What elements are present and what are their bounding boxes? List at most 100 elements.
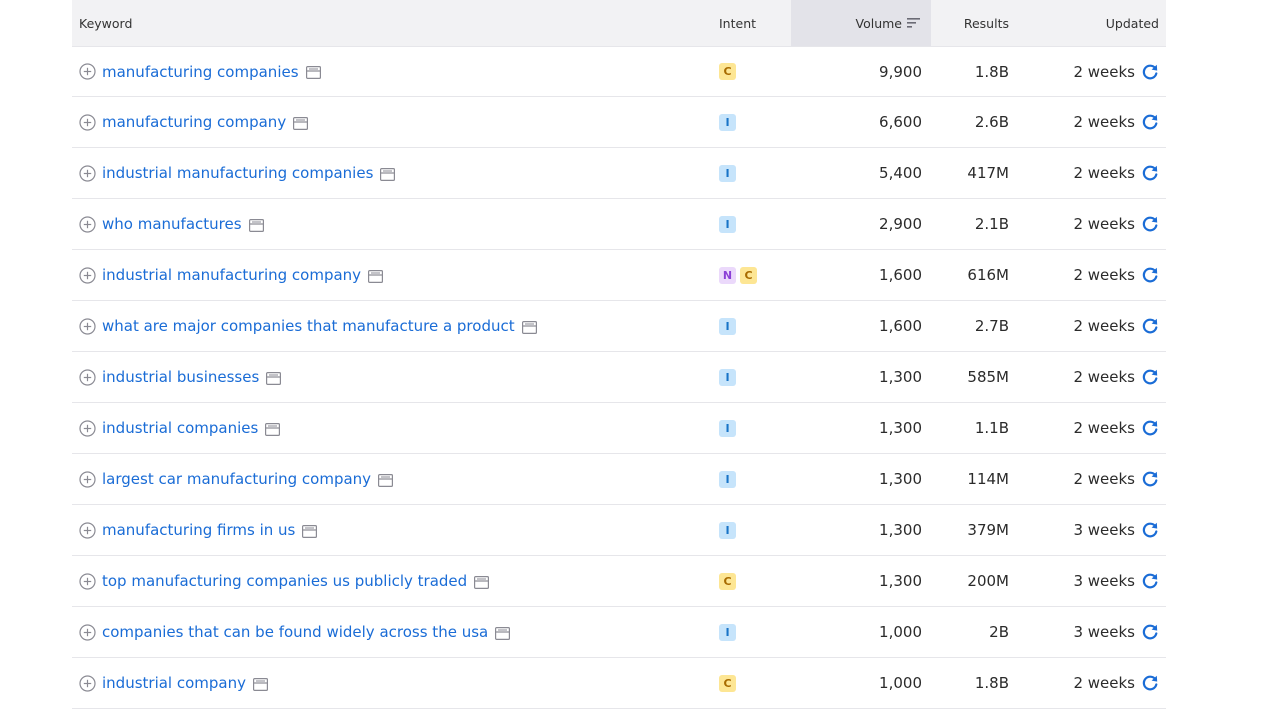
intent-badge: I xyxy=(719,521,736,539)
plus-circle-icon[interactable] xyxy=(79,419,96,437)
serp-features-icon[interactable] xyxy=(265,422,281,436)
serp-features-icon[interactable] xyxy=(248,218,264,232)
serp-features-icon[interactable] xyxy=(266,371,282,385)
keyword-link[interactable]: manufacturing firms in us xyxy=(102,521,295,539)
refresh-icon[interactable] xyxy=(1141,164,1159,182)
refresh-icon[interactable] xyxy=(1141,368,1159,386)
updated-cell: 2 weeks xyxy=(1009,63,1166,81)
keyword-link[interactable]: industrial businesses xyxy=(102,368,259,386)
plus-circle-icon[interactable] xyxy=(79,63,96,80)
column-header-keyword[interactable]: Keyword xyxy=(72,0,719,46)
updated-label: 2 weeks xyxy=(1073,62,1135,81)
updated-cell: 2 weeks xyxy=(1009,266,1166,284)
serp-features-icon[interactable] xyxy=(293,116,309,130)
volume-cell: 1,300 xyxy=(879,470,922,488)
updated-cell: 2 weeks xyxy=(1009,419,1166,437)
volume-cell: 5,400 xyxy=(879,164,922,182)
intent-cell: I xyxy=(719,215,791,233)
refresh-icon[interactable] xyxy=(1141,63,1159,81)
refresh-icon[interactable] xyxy=(1141,266,1159,284)
updated-label: 2 weeks xyxy=(1073,215,1135,233)
serp-features-icon[interactable] xyxy=(368,269,384,283)
updated-cell: 2 weeks xyxy=(1009,674,1166,692)
updated-label: 2 weeks xyxy=(1073,470,1135,488)
refresh-icon[interactable] xyxy=(1141,572,1159,590)
serp-features-icon[interactable] xyxy=(302,524,318,538)
volume-cell: 1,000 xyxy=(879,674,922,692)
intent-badge: N xyxy=(719,266,736,284)
results-cell: 379M xyxy=(967,521,1009,539)
keywords-table: Keyword Intent Volume Results Updated ma… xyxy=(72,0,1166,709)
serp-features-icon[interactable] xyxy=(474,575,490,589)
keyword-link[interactable]: industrial companies xyxy=(102,419,258,437)
plus-circle-icon[interactable] xyxy=(79,470,96,488)
plus-circle-icon[interactable] xyxy=(79,572,96,590)
updated-cell: 2 weeks xyxy=(1009,317,1166,335)
keyword-link[interactable]: industrial manufacturing company xyxy=(102,266,361,284)
serp-features-icon[interactable] xyxy=(495,626,511,640)
refresh-icon[interactable] xyxy=(1141,521,1159,539)
intent-cell: I xyxy=(719,113,791,131)
updated-cell: 2 weeks xyxy=(1009,164,1166,182)
volume-cell: 1,000 xyxy=(879,623,922,641)
plus-circle-icon[interactable] xyxy=(79,674,96,692)
refresh-icon[interactable] xyxy=(1141,113,1159,131)
intent-badge: I xyxy=(719,164,736,182)
column-header-volume-label: Volume xyxy=(855,15,903,31)
refresh-icon[interactable] xyxy=(1141,215,1159,233)
updated-cell: 3 weeks xyxy=(1009,572,1166,590)
results-cell: 114M xyxy=(967,470,1009,488)
plus-circle-icon[interactable] xyxy=(79,164,96,182)
column-header-results[interactable]: Results xyxy=(931,0,1009,46)
volume-cell: 1,300 xyxy=(879,521,922,539)
volume-cell: 1,300 xyxy=(879,368,922,386)
refresh-icon[interactable] xyxy=(1141,623,1159,641)
column-header-updated-label: Updated xyxy=(1105,15,1159,31)
sort-descending-icon[interactable] xyxy=(907,18,920,28)
intent-cell: C xyxy=(719,674,791,692)
table-row: industrial manufacturing companies I 5,400… xyxy=(72,148,1166,199)
column-header-intent-label: Intent xyxy=(719,15,757,31)
keyword-link[interactable]: who manufactures xyxy=(102,215,242,233)
serp-features-icon[interactable] xyxy=(253,677,269,691)
table-row: who manufactures I 2,900 2.1B 2 weeks xyxy=(72,199,1166,250)
plus-circle-icon[interactable] xyxy=(79,113,96,131)
keyword-cell: who manufactures xyxy=(72,215,719,233)
keyword-link[interactable]: manufacturing companies xyxy=(102,63,299,81)
volume-cell: 2,900 xyxy=(879,215,922,233)
plus-circle-icon[interactable] xyxy=(79,317,96,335)
intent-badge: I xyxy=(719,419,736,437)
serp-features-icon[interactable] xyxy=(521,320,537,334)
keyword-link[interactable]: industrial company xyxy=(102,674,246,692)
table-body: manufacturing companies C 9,900 1.8B 2 weeks… xyxy=(72,46,1166,709)
volume-cell: 1,600 xyxy=(879,266,922,284)
intent-badge: I xyxy=(719,317,736,335)
refresh-icon[interactable] xyxy=(1141,317,1159,335)
keyword-link[interactable]: largest car manufacturing company xyxy=(102,470,371,488)
plus-circle-icon[interactable] xyxy=(79,368,96,386)
intent-badge: I xyxy=(719,215,736,233)
keyword-link[interactable]: manufacturing company xyxy=(102,113,286,131)
volume-cell: 1,600 xyxy=(879,317,922,335)
table-row: industrial companies I 1,300 1.1B 2 weeks xyxy=(72,403,1166,454)
plus-circle-icon[interactable] xyxy=(79,521,96,539)
keyword-link[interactable]: top manufacturing companies us publicly … xyxy=(102,572,467,590)
serp-features-icon[interactable] xyxy=(378,473,394,487)
column-header-volume[interactable]: Volume xyxy=(791,0,931,46)
keyword-link[interactable]: what are major companies that manufactur… xyxy=(102,317,515,335)
refresh-icon[interactable] xyxy=(1141,419,1159,437)
plus-circle-icon[interactable] xyxy=(79,623,96,641)
table-row: what are major companies that manufactur… xyxy=(72,301,1166,352)
results-cell: 2.1B xyxy=(974,215,1009,233)
refresh-icon[interactable] xyxy=(1141,470,1159,488)
plus-circle-icon[interactable] xyxy=(79,215,96,233)
column-header-intent[interactable]: Intent xyxy=(719,0,791,46)
keyword-link[interactable]: companies that can be found widely acros… xyxy=(102,623,488,641)
column-header-updated[interactable]: Updated xyxy=(1009,0,1166,46)
plus-circle-icon[interactable] xyxy=(79,266,96,284)
keyword-link[interactable]: industrial manufacturing companies xyxy=(102,164,373,182)
serp-features-icon[interactable] xyxy=(305,65,321,80)
serp-features-icon[interactable] xyxy=(380,167,396,181)
updated-label: 2 weeks xyxy=(1073,674,1135,692)
refresh-icon[interactable] xyxy=(1141,674,1159,692)
